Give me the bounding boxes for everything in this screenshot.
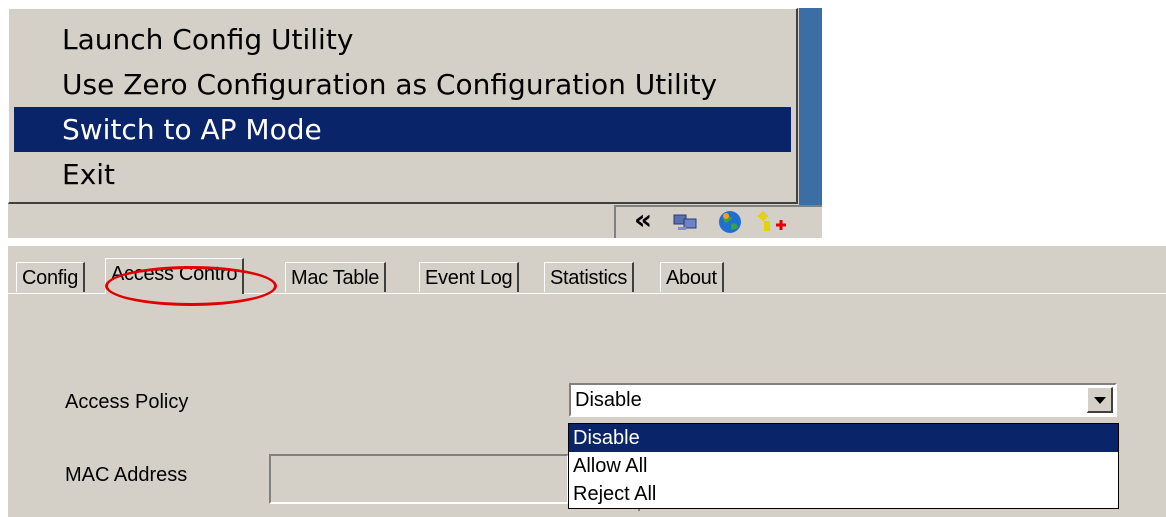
tab-strip: Config Access Contro Mac Table Event Log…: [8, 258, 1166, 306]
tab-statistics[interactable]: Statistics: [544, 262, 635, 292]
context-menu: Launch Config Utility Use Zero Configura…: [8, 8, 798, 204]
access-policy-label: Access Policy: [65, 391, 189, 413]
network-computers-icon[interactable]: [672, 209, 700, 235]
menu-item-exit[interactable]: Exit: [14, 152, 791, 197]
access-policy-options-list: Disable Allow All Reject All: [568, 423, 1119, 509]
tray-context-panel: « Launch Config Utility Use Zero Configu…: [8, 8, 822, 238]
mac-address-field[interactable]: [269, 454, 569, 504]
ap-utility-dialog: Config Access Contro Mac Table Event Log…: [8, 246, 1166, 517]
menu-item-launch-config-utility[interactable]: Launch Config Utility: [14, 17, 791, 62]
tray-expand-chevron-icon[interactable]: «: [634, 205, 652, 235]
system-tray: «: [614, 205, 822, 238]
red-highlight-circle: [105, 266, 277, 306]
mac-address-label: MAC Address: [65, 464, 188, 486]
desktop-background: [799, 8, 822, 205]
option-allow-all[interactable]: Allow All: [569, 452, 1118, 480]
tab-config[interactable]: Config: [16, 262, 86, 292]
option-disable[interactable]: Disable: [569, 424, 1118, 452]
access-policy-value: Disable: [575, 389, 642, 411]
menu-item-use-zero-configuration[interactable]: Use Zero Configuration as Configuration …: [14, 62, 791, 107]
tab-event-log[interactable]: Event Log: [419, 262, 520, 292]
wireless-ap-icon[interactable]: [756, 209, 786, 235]
globe-icon[interactable]: [716, 209, 744, 235]
chevron-down-icon: [1094, 397, 1106, 404]
dropdown-arrow-button[interactable]: [1087, 387, 1113, 413]
tab-about[interactable]: About: [660, 262, 724, 292]
option-reject-all[interactable]: Reject All: [569, 480, 1118, 508]
access-policy-select[interactable]: Disable: [569, 383, 1117, 417]
menu-item-switch-to-ap-mode[interactable]: Switch to AP Mode: [14, 107, 791, 152]
tab-mac-table[interactable]: Mac Table: [285, 262, 387, 292]
